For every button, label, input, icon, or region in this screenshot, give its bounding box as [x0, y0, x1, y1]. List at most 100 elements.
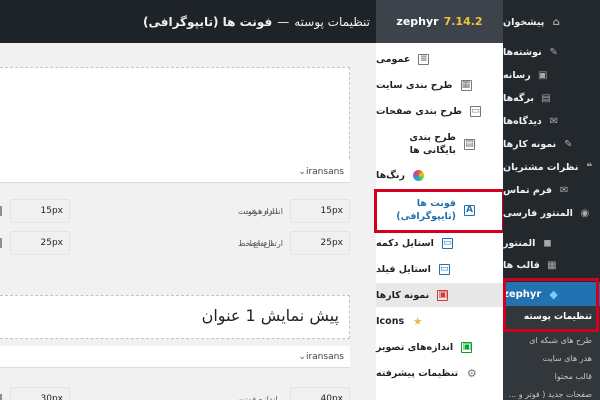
- line-height-input[interactable]: 25px: [290, 231, 350, 255]
- archive-layout-icon: ▤: [464, 138, 475, 150]
- page-title: تنظیمات پوسته — فونت ها (تایپوگرافی): [143, 0, 370, 43]
- theme-settings-nav: ≡ عمومی ▦ طرح بندی سایت ▭ طرح بندی صفحات…: [376, 43, 503, 400]
- theme-brand-name: zephyr: [396, 15, 439, 28]
- menu-item-label: المنتور فارسی: [503, 207, 573, 219]
- page-title-main: تنظیمات پوسته: [294, 14, 370, 29]
- nav-item-fonts[interactable]: A فونت ها (تایپوگرافی): [376, 193, 503, 227]
- chevron-down-icon: ⌄: [298, 351, 306, 362]
- submenu-grid-layouts[interactable]: طرح های شبکه ای: [503, 332, 600, 348]
- media-icon: ▣: [538, 69, 548, 81]
- nav-item-label: طرح بندی سایت: [376, 79, 453, 91]
- submenu-theme-settings[interactable]: تنظیمات پوسته: [503, 309, 600, 325]
- menu-item-posts[interactable]: ✎ نوشته‌ها: [503, 41, 600, 63]
- font-size-input[interactable]: 15px: [290, 199, 350, 223]
- menu-item-zephyr[interactable]: ◆ zephyr: [503, 282, 600, 306]
- menu-item-label: نمونه کارها: [503, 138, 557, 150]
- zephyr-submenu: تنظیمات پوسته طرح های شبکه ای هدر های سا…: [503, 306, 600, 400]
- image-sizes-icon: ▣: [461, 341, 473, 353]
- menu-item-label: فرم تماس: [503, 184, 553, 196]
- submenu-new-pages[interactable]: صفحات جدید ( فوتر و ...: [503, 386, 600, 400]
- elementor-icon: ◼: [543, 237, 552, 249]
- page-title-separator: —: [277, 14, 290, 29]
- nav-item-label: طرح بندی صفحات: [376, 105, 462, 117]
- menu-item-label: پیشخوان: [503, 16, 545, 28]
- nav-item-image-sizes[interactable]: ▣ اندازه‌های تصویر: [376, 335, 503, 359]
- menu-item-media[interactable]: ▣ رسانه: [503, 64, 600, 86]
- heading-font-family-value: iransans: [305, 351, 344, 362]
- page-layout-icon: ▭: [469, 105, 481, 117]
- menu-item-label: المنتور: [503, 237, 536, 249]
- page-title-section: فونت ها (تایپوگرافی): [142, 14, 273, 29]
- menu-item-pages[interactable]: ▤ برگه‌ها: [503, 87, 600, 109]
- heading-font-size-input[interactable]: 40px: [290, 387, 350, 400]
- nav-item-colors[interactable]: رنگ‌ها: [376, 163, 503, 187]
- portfolio-icon: ✎: [564, 138, 573, 150]
- field-edge-marker: [0, 238, 2, 248]
- heading-font-size-input-secondary[interactable]: 30px: [10, 387, 70, 400]
- nav-item-general[interactable]: ≡ عمومی: [376, 47, 503, 71]
- menu-item-label: نظرات مشتریان: [503, 161, 579, 173]
- nav-item-field-style[interactable]: ▭ استایل فیلد: [376, 257, 503, 281]
- menu-item-label: رسانه: [503, 69, 531, 81]
- line-height-row: 25px ارتفاع خط 25px ارتفاع خط: [0, 231, 376, 259]
- nav-item-advanced[interactable]: ⚙ تنظیمات پیشرفته: [376, 361, 503, 385]
- pages-icon: ▤: [541, 92, 551, 104]
- nav-item-archive-layout[interactable]: ▤ طرح بندی بایگانی ها: [376, 127, 503, 161]
- line-height-label-primary: ارتفاع خط: [248, 238, 283, 248]
- heading-font-family-select[interactable]: ⌄ iransans: [0, 346, 350, 368]
- font-size-row: 15px اندازه فونت 15px اندازه فونت: [0, 199, 376, 227]
- heading-font-size-row: 30px اندازه فونت 40px: [0, 387, 376, 400]
- submenu-content-template[interactable]: قالب محتوا: [503, 368, 600, 384]
- menu-item-testimonials[interactable]: ❝ نظرات مشتریان: [503, 156, 600, 178]
- general-icon: ≡: [418, 53, 430, 65]
- nav-item-label: تنظیمات پیشرفته: [376, 367, 459, 379]
- menu-item-label: دیدگاه‌ها: [503, 115, 542, 127]
- nav-item-label: عمومی: [376, 53, 411, 65]
- menu-item-portfolio[interactable]: ✎ نمونه کارها: [503, 133, 600, 155]
- menu-item-elementor-fa[interactable]: ◉ المنتور فارسی: [503, 202, 600, 224]
- wp-admin-sidebar: ⌂ پیشخوان ✎ نوشته‌ها ▣ رسانه ▤ برگه‌ها ✉…: [503, 0, 600, 400]
- nav-item-label: استایل فیلد: [376, 263, 431, 275]
- nav-item-label: Icons: [376, 315, 405, 327]
- menu-item-contact-form[interactable]: ✉ فرم تماس: [503, 179, 600, 201]
- font-family-select[interactable]: ⌄ iransans: [0, 161, 350, 183]
- settings-main-panel: ⌄ iransans 15px اندازه فونت 15px اندازه …: [0, 43, 376, 400]
- nav-item-label: رنگ‌ها: [376, 169, 405, 181]
- font-family-value: iransans: [305, 166, 344, 177]
- heading-font-size-label: اندازه فونت: [238, 394, 278, 400]
- font-size-input-secondary[interactable]: 15px: [10, 199, 70, 223]
- nav-item-page-layout[interactable]: ▭ طرح بندی صفحات: [376, 99, 503, 123]
- chevron-down-icon: ⌄: [298, 166, 306, 177]
- menu-item-elementor[interactable]: ◼ المنتور: [503, 232, 600, 254]
- nav-item-label: فونت ها (تایپوگرافی): [396, 198, 456, 222]
- advanced-gear-icon: ⚙: [466, 366, 477, 380]
- menu-item-comments[interactable]: ✉ دیدگاه‌ها: [503, 110, 600, 132]
- field-edge-marker: [0, 394, 2, 400]
- font-size-label-primary: اندازه فونت: [243, 206, 283, 216]
- line-height-input-secondary[interactable]: 25px: [10, 231, 70, 255]
- nav-item-label: استایل دکمه: [376, 237, 434, 249]
- menu-item-label: نوشته‌ها: [503, 46, 542, 58]
- menu-item-dashboard[interactable]: ⌂ پیشخوان: [503, 11, 600, 33]
- templates-icon: ▦: [547, 259, 557, 271]
- nav-item-site-layout[interactable]: ▦ طرح بندی سایت: [376, 73, 503, 97]
- theme-version-badge: zephyr 7.14.2: [376, 0, 503, 43]
- theme-version: 7.14.2: [443, 15, 483, 28]
- nav-item-button-style[interactable]: ▭ استایل دکمه: [376, 231, 503, 255]
- field-style-icon: ▭: [438, 263, 450, 275]
- nav-item-label: طرح بندی بایگانی ها: [409, 132, 456, 156]
- star-icon: ★: [412, 314, 423, 328]
- heading-1-preview-box: پیش نمایش 1 عنوان: [0, 295, 350, 339]
- menu-item-templates[interactable]: ▦ قالب ها: [503, 254, 600, 276]
- site-layout-icon: ▦: [460, 79, 472, 91]
- dashboard-icon: ⌂: [552, 16, 560, 28]
- diamond-icon: ◆: [549, 287, 558, 301]
- field-edge-marker: [0, 206, 2, 216]
- submenu-site-headers[interactable]: هدر های سایت: [503, 350, 600, 366]
- mail-icon: ✉: [559, 184, 569, 196]
- nav-item-icons[interactable]: ★ Icons: [376, 309, 503, 333]
- heading-1-preview-text: پیش نمایش 1 عنوان: [201, 306, 339, 325]
- nav-item-portfolio[interactable]: ▣ نمونه کارها: [376, 283, 503, 307]
- colors-icon: [412, 169, 424, 181]
- portfolio-nav-icon: ▣: [437, 289, 449, 301]
